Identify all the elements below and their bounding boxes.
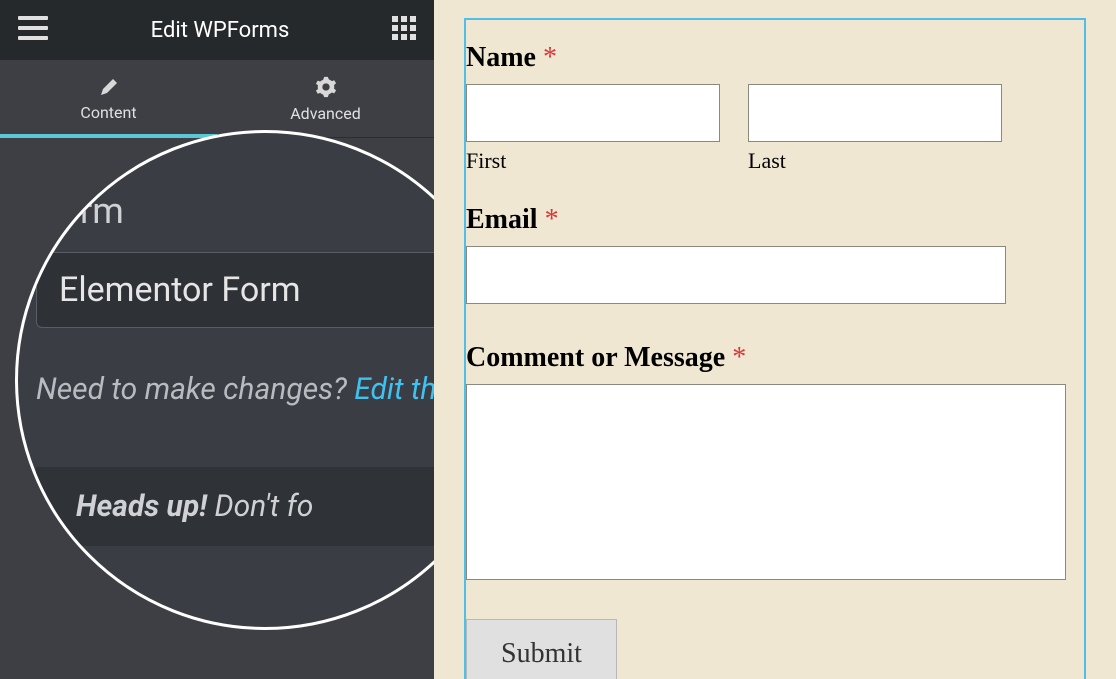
elementor-sidebar: Edit WPForms Content Advanced orm Form <box>0 0 434 679</box>
section-toggle[interactable]: orm <box>36 130 434 160</box>
edit-form-link[interactable]: Edit th <box>354 372 434 407</box>
magnifier-overlay: orm Form Elementor Form Need to make cha… <box>15 130 434 630</box>
submit-button[interactable]: Submit <box>466 619 617 679</box>
apps-grid-icon[interactable] <box>392 16 416 44</box>
first-name-sublabel: First <box>466 148 720 174</box>
tab-advanced[interactable]: Advanced <box>217 60 434 137</box>
name-label: Name * <box>466 42 1066 74</box>
first-name-input[interactable] <box>466 84 720 142</box>
canvas-preview: Name * First Last Email * Comment or Mes… <box>434 0 1116 679</box>
message-label: Comment or Message * <box>466 342 1066 374</box>
tab-content[interactable]: Content <box>0 60 217 137</box>
help-text: Need to make changes? Edit th <box>36 372 434 407</box>
tab-content-label: Content <box>80 103 136 122</box>
last-name-sublabel: Last <box>748 148 1002 174</box>
tab-advanced-label: Advanced <box>290 104 361 123</box>
sidebar-topbar: Edit WPForms <box>0 0 434 60</box>
form-select-value: Elementor Form <box>59 270 301 310</box>
form-select-label: Form <box>40 190 434 232</box>
form-select[interactable]: Elementor Form <box>36 252 434 328</box>
message-textarea[interactable] <box>466 384 1066 580</box>
menu-icon[interactable] <box>18 16 48 44</box>
panel-title: Edit WPForms <box>151 18 290 43</box>
email-label: Email * <box>466 204 1066 236</box>
heads-up-notice: Heads up! Don't fo <box>36 467 434 546</box>
gear-icon <box>315 76 337 98</box>
last-name-input[interactable] <box>748 84 1002 142</box>
wpforms-widget[interactable]: Name * First Last Email * Comment or Mes… <box>464 18 1086 679</box>
email-input[interactable] <box>466 246 1006 304</box>
pencil-icon <box>99 77 119 97</box>
panel-tabs: Content Advanced <box>0 60 434 138</box>
